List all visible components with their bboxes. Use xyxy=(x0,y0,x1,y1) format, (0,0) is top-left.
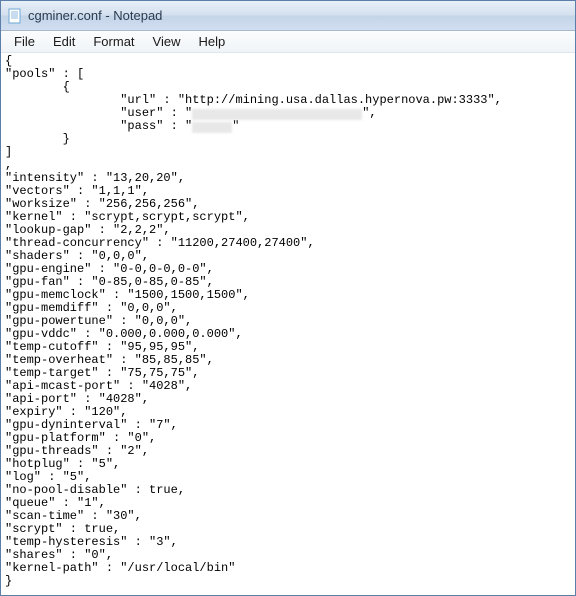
redacted-user xyxy=(192,109,362,120)
text-line: "vectors" : "1,1,1", xyxy=(5,184,149,198)
text-line: "gpu-threads" : "2", xyxy=(5,444,149,458)
menu-view[interactable]: View xyxy=(144,32,190,51)
text-line: "gpu-engine" : "0-0,0-0,0-0", xyxy=(5,262,214,276)
text-line: "temp-overheat" : "85,85,85", xyxy=(5,353,214,367)
redacted-pass xyxy=(192,122,232,133)
text-line: "temp-target" : "75,75,75", xyxy=(5,366,199,380)
text-line: "kernel-path" : "/usr/local/bin" xyxy=(5,561,235,575)
text-line: "log" : "5", xyxy=(5,470,91,484)
menu-format[interactable]: Format xyxy=(84,32,143,51)
text-line: "temp-cutoff" : "95,95,95", xyxy=(5,340,199,354)
text-line: { xyxy=(5,80,70,94)
text-line: ", xyxy=(362,106,376,120)
text-line: "api-mcast-port" : "4028", xyxy=(5,379,192,393)
text-line: "gpu-fan" : "0-85,0-85,0-85", xyxy=(5,275,214,289)
text-line: " xyxy=(232,119,239,133)
text-line: "gpu-platform" : "0", xyxy=(5,431,156,445)
notepad-icon xyxy=(7,8,23,24)
text-line: "lookup-gap" : "2,2,2", xyxy=(5,223,171,237)
text-line: "worksize" : "256,256,256", xyxy=(5,197,199,211)
text-line: "gpu-powertune" : "0,0,0", xyxy=(5,314,192,328)
text-line: ] xyxy=(5,145,12,159)
menu-bar: File Edit Format View Help xyxy=(1,31,575,53)
text-line: "no-pool-disable" : true, xyxy=(5,483,185,497)
menu-edit[interactable]: Edit xyxy=(44,32,84,51)
text-line: "user" : " xyxy=(5,106,192,120)
text-line: "scan-time" : "30", xyxy=(5,509,142,523)
text-line: } xyxy=(5,574,12,588)
text-line: { xyxy=(5,54,12,68)
text-line: "gpu-vddc" : "0.000,0.000,0.000", xyxy=(5,327,243,341)
text-line: "expiry" : "120", xyxy=(5,405,127,419)
text-line: "api-port" : "4028", xyxy=(5,392,149,406)
text-line: "scrypt" : true, xyxy=(5,522,120,536)
text-line: "thread-concurrency" : "11200,27400,2740… xyxy=(5,236,315,250)
text-line: "temp-hysteresis" : "3", xyxy=(5,535,178,549)
menu-help[interactable]: Help xyxy=(189,32,234,51)
text-line: "gpu-memdiff" : "0,0,0", xyxy=(5,301,178,315)
text-line: "hotplug" : "5", xyxy=(5,457,120,471)
text-line: "gpu-memclock" : "1500,1500,1500", xyxy=(5,288,250,302)
window-titlebar: cgminer.conf - Notepad xyxy=(1,1,575,31)
text-line: "url" : "http://mining.usa.dallas.hypern… xyxy=(5,93,502,107)
window-title: cgminer.conf - Notepad xyxy=(28,8,162,23)
text-line: "pass" : " xyxy=(5,119,192,133)
text-line: "queue" : "1", xyxy=(5,496,106,510)
text-line: "gpu-dyninterval" : "7", xyxy=(5,418,178,432)
text-line: "kernel" : "scrypt,scrypt,scrypt", xyxy=(5,210,250,224)
text-line: } xyxy=(5,132,70,146)
editor-content[interactable]: { "pools" : [ { "url" : "http://mining.u… xyxy=(1,53,575,590)
text-line: "shares" : "0", xyxy=(5,548,113,562)
text-line: "pools" : [ xyxy=(5,67,84,81)
text-line: "intensity" : "13,20,20", xyxy=(5,171,185,185)
text-line: , xyxy=(5,158,12,172)
menu-file[interactable]: File xyxy=(5,32,44,51)
text-line: "shaders" : "0,0,0", xyxy=(5,249,149,263)
